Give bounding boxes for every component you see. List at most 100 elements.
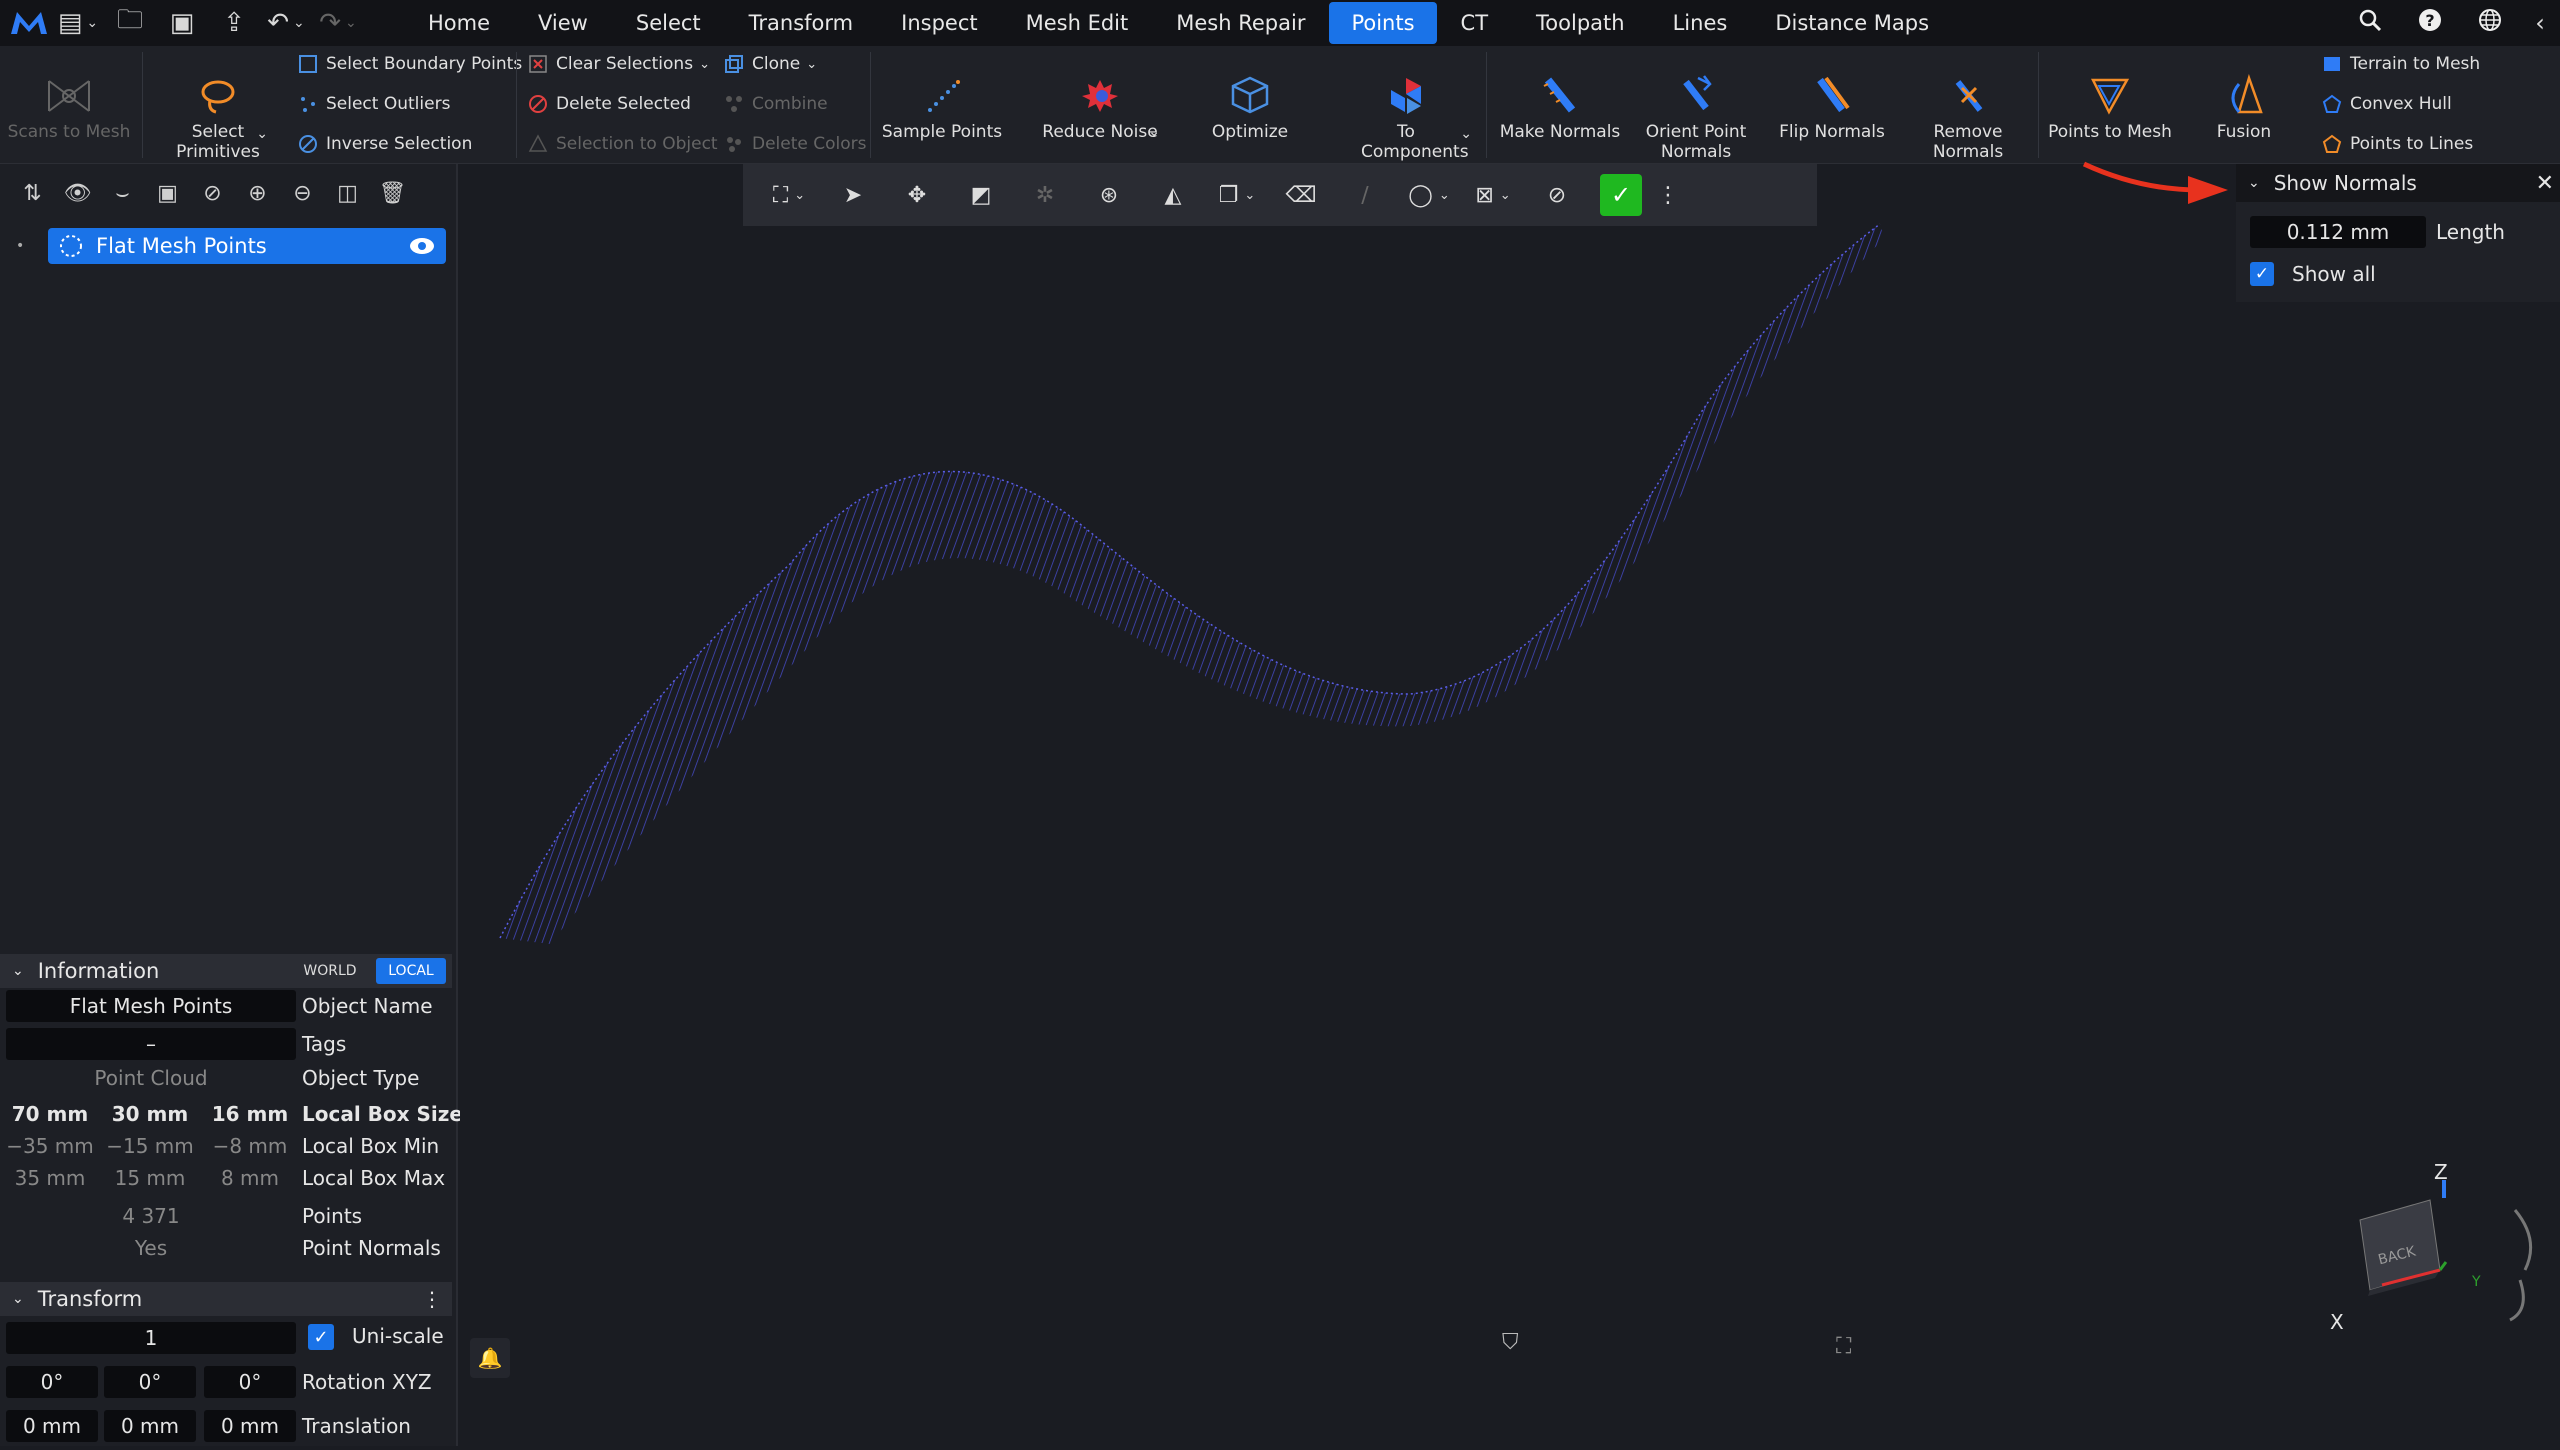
tab-distance-maps[interactable]: Distance Maps <box>1751 0 1953 46</box>
tab-mesh-repair[interactable]: Mesh Repair <box>1152 0 1329 46</box>
search-icon[interactable] <box>2340 8 2400 38</box>
close-icon[interactable]: ✕ <box>2536 171 2554 196</box>
fit-view-icon[interactable]: ⛶ <box>1836 1334 1851 1359</box>
chevron-down-icon[interactable]: ⌄ <box>1460 126 1472 142</box>
help-icon[interactable]: ? <box>2400 8 2460 38</box>
lasso-select-icon[interactable]: ◯ ⌄ <box>1397 170 1461 220</box>
select-all-icon[interactable]: ▣ <box>145 181 190 206</box>
tab-points[interactable]: Points <box>1329 2 1437 44</box>
tab-inspect[interactable]: Inspect <box>877 0 1001 46</box>
fusion-button[interactable]: Fusion <box>2186 46 2302 164</box>
more-menu-icon[interactable]: ⋮ <box>1653 170 1683 220</box>
convex-hull-button[interactable]: Convex Hull <box>2320 90 2452 118</box>
tab-mesh-edit[interactable]: Mesh Edit <box>1002 0 1153 46</box>
information-section-header[interactable]: ⌄ Information WORLD LOCAL <box>0 954 452 988</box>
translation-y-input[interactable]: 0 mm <box>104 1410 196 1442</box>
eraser-icon[interactable]: ⌫ <box>1269 170 1333 220</box>
globe-icon[interactable] <box>2460 8 2520 38</box>
to-components-button[interactable]: To Components ⌄ <box>1336 46 1476 164</box>
show-all-checkbox[interactable]: ✓ <box>2250 262 2274 286</box>
selection-to-object-button[interactable]: Selection to Object <box>526 130 718 158</box>
local-toggle[interactable]: LOCAL <box>376 958 446 984</box>
notification-bell-icon[interactable]: 🔔 <box>470 1338 510 1378</box>
rotation-z-input[interactable]: 0° <box>204 1366 296 1398</box>
show-icon[interactable]: 👁 <box>55 181 100 206</box>
tree-item-flat-mesh-points[interactable]: Flat Mesh Points <box>48 228 446 264</box>
delete-colors-button[interactable]: Delete Colors <box>722 130 867 158</box>
scale-input[interactable]: 1 <box>6 1322 296 1354</box>
points-to-mesh-button[interactable]: Points to Mesh <box>2044 46 2176 164</box>
delete-icon[interactable]: 🗑 <box>370 181 415 206</box>
world-toggle[interactable]: WORLD <box>292 958 368 984</box>
transform-section-header[interactable]: ⌄ Transform ⋮ <box>0 1282 452 1316</box>
tab-view[interactable]: View <box>514 0 612 46</box>
rotation-y-input[interactable]: 0° <box>104 1366 196 1398</box>
3d-viewport[interactable]: ⛶ ⛉ <box>460 164 2560 1446</box>
collapse-chevron-icon[interactable]: ⌄ <box>2248 175 2260 191</box>
open-folder-icon[interactable]: 🗀 <box>104 0 156 46</box>
tab-ct[interactable]: CT <box>1437 0 1513 46</box>
more-options-icon[interactable]: ⋮ <box>422 1287 442 1311</box>
make-normals-button[interactable]: Make Normals <box>1496 46 1624 164</box>
flip-normals-button[interactable]: Flip Normals <box>1770 46 1894 164</box>
shapes-icon[interactable]: ◭ <box>1141 170 1205 220</box>
clear-selections-button[interactable]: Clear Selections ⌄ <box>526 50 710 78</box>
hide-icon[interactable]: ⌣ <box>100 181 145 206</box>
points-to-lines-button[interactable]: Points to Lines <box>2320 130 2473 158</box>
group-icon[interactable]: ◫ <box>325 181 370 206</box>
rotate-view-icon[interactable]: ⊛ <box>1077 170 1141 220</box>
tab-toolpath[interactable]: Toolpath <box>1512 0 1649 46</box>
normals-length-input[interactable]: 0.112 mm <box>2250 216 2426 248</box>
chevron-down-icon[interactable]: ⌄ <box>1148 124 1160 140</box>
remove-normals-button[interactable]: Remove Normals <box>1904 46 2032 164</box>
brush-icon[interactable]: ∕ <box>1333 170 1397 220</box>
rotation-x-input[interactable]: 0° <box>6 1366 98 1398</box>
chevron-down-icon[interactable]: ⌄ <box>256 126 268 142</box>
clone-button[interactable]: Clone ⌄ <box>722 50 817 78</box>
sort-icon[interactable]: ⇅ <box>10 181 55 206</box>
tab-transform[interactable]: Transform <box>725 0 877 46</box>
terrain-to-mesh-button[interactable]: Terrain to Mesh <box>2320 50 2480 78</box>
scans-to-mesh-button[interactable]: Scans to Mesh <box>6 46 132 164</box>
tab-home[interactable]: Home <box>404 0 514 46</box>
app-logo-icon[interactable] <box>6 0 52 46</box>
undo-icon[interactable]: ↶ ⌄ <box>260 0 312 46</box>
collapse-chevron-icon[interactable]: ‹ <box>2520 9 2560 37</box>
cursor-icon[interactable]: ➤ <box>821 170 885 220</box>
new-file-icon[interactable]: ▤ ⌄ <box>52 0 104 46</box>
tab-lines[interactable]: Lines <box>1649 0 1752 46</box>
combine-button[interactable]: Combine <box>722 90 828 118</box>
move-down-icon[interactable]: ⊖ <box>280 181 325 206</box>
tab-select[interactable]: Select <box>612 0 725 46</box>
orient-point-normals-button[interactable]: Orient Point Normals <box>1632 46 1760 164</box>
box-select-icon[interactable]: ⊠ ⌄ <box>1461 170 1525 220</box>
select-boundary-points-button[interactable]: Select Boundary Points <box>296 50 522 78</box>
fit-selection-icon[interactable]: ⛶ ⌄ <box>757 170 821 220</box>
move-icon[interactable]: ✥ <box>885 170 949 220</box>
optimize-button[interactable]: Optimize <box>1188 46 1312 164</box>
sample-points-button[interactable]: Sample Points <box>878 46 1006 164</box>
tags-field[interactable]: – <box>6 1028 296 1060</box>
move-up-icon[interactable]: ⊕ <box>235 181 280 206</box>
select-outliers-button[interactable]: Select Outliers <box>296 90 450 118</box>
view-cube[interactable]: BACK Z X Y <box>2320 1150 2550 1350</box>
visibility-eye-icon[interactable] <box>408 236 436 256</box>
reduce-noise-button[interactable]: Reduce Noise ⌄ <box>1036 46 1164 164</box>
transform-object-icon[interactable]: ◩ <box>949 170 1013 220</box>
translation-x-input[interactable]: 0 mm <box>6 1410 98 1442</box>
clone-view-icon[interactable]: ❐ ⌄ <box>1205 170 1269 220</box>
redo-icon[interactable]: ↷ ⌄ <box>312 0 364 46</box>
accept-icon[interactable]: ✓ <box>1589 170 1653 220</box>
object-name-field[interactable]: Flat Mesh Points <box>6 990 296 1022</box>
delete-selected-button[interactable]: Delete Selected <box>526 90 691 118</box>
no-clip-icon[interactable]: ⊘ <box>1525 170 1589 220</box>
export-icon[interactable]: ⇪ <box>208 0 260 46</box>
save-icon[interactable]: ▣ <box>156 0 208 46</box>
translation-z-input[interactable]: 0 mm <box>204 1410 296 1442</box>
select-primitives-button[interactable]: Select Primitives ⌄ <box>158 46 278 164</box>
wireframe-icon[interactable]: ✲ <box>1013 170 1077 220</box>
inverse-selection-button[interactable]: Inverse Selection <box>296 130 472 158</box>
deselect-icon[interactable]: ⊘ <box>190 181 235 206</box>
uniscale-checkbox[interactable]: ✓ <box>308 1324 334 1350</box>
shield-icon[interactable]: ⛉ <box>1502 1330 1519 1355</box>
